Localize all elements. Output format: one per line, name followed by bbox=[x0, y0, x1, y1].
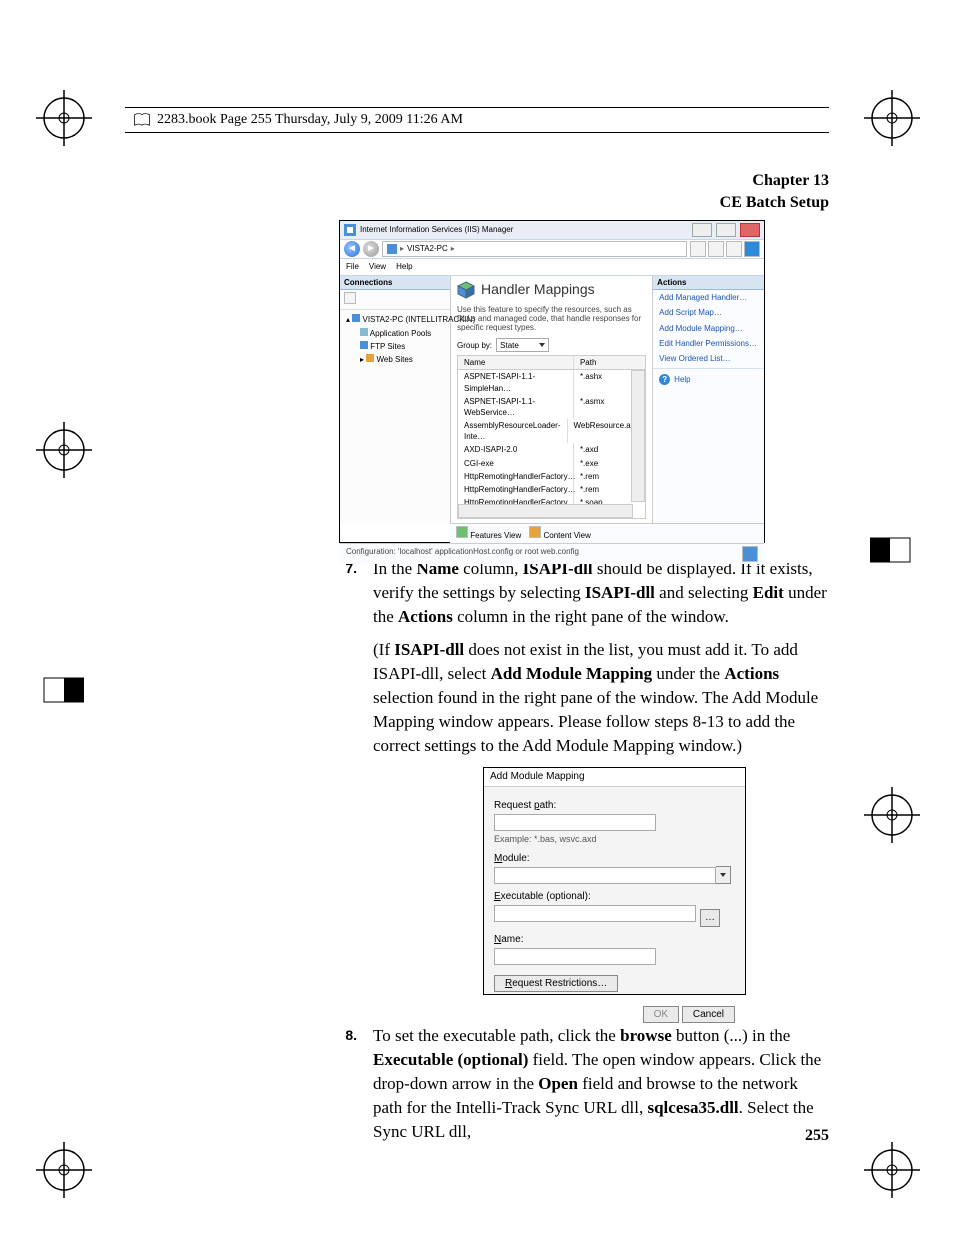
color-bar-icon bbox=[870, 530, 914, 570]
window-title: Internet Information Services (IIS) Mana… bbox=[360, 224, 688, 235]
table-row[interactable]: CGI-exe*.exe bbox=[458, 457, 645, 470]
home-icon[interactable] bbox=[726, 241, 742, 257]
action-link[interactable]: Edit Handler Permissions… bbox=[653, 336, 764, 351]
feature-desc: Use this feature to specify the resource… bbox=[457, 305, 646, 333]
step-number: 7. bbox=[339, 557, 357, 1010]
label-name: Name: bbox=[494, 933, 735, 947]
status-icon bbox=[742, 546, 758, 562]
name-input[interactable] bbox=[494, 948, 656, 965]
scrollbar-vertical[interactable] bbox=[631, 370, 645, 502]
actions-header: Actions bbox=[653, 276, 764, 290]
step8-text: To set the executable path, click the br… bbox=[373, 1024, 829, 1143]
request-path-input[interactable] bbox=[494, 814, 656, 831]
action-link[interactable]: Add Script Map… bbox=[653, 305, 764, 320]
label-executable: Executable (optional): bbox=[494, 890, 735, 904]
cancel-button[interactable]: Cancel bbox=[682, 1006, 735, 1023]
handler-grid: Name Path ASPNET-ISAPI-1.1-SimpleHan…*.a… bbox=[457, 355, 646, 519]
dialog-title: Add Module Mapping bbox=[490, 770, 585, 784]
step-7: 7. In the Name column, ISAPI-dll should … bbox=[339, 557, 829, 1010]
crop-mark-icon bbox=[864, 90, 920, 146]
menu-view[interactable]: View bbox=[369, 261, 386, 272]
menu-file[interactable]: File bbox=[346, 261, 359, 272]
tab-features-view[interactable]: Features View bbox=[456, 526, 521, 541]
dialog-help-button[interactable] bbox=[705, 772, 721, 783]
table-row[interactable]: ASPNET-ISAPI-1.1-WebService…*.asmx bbox=[458, 395, 645, 419]
step7-p1: In the Name column, ISAPI-dll should be … bbox=[373, 557, 829, 628]
step-8: 8. To set the executable path, click the… bbox=[339, 1024, 829, 1153]
step-number: 8. bbox=[339, 1024, 357, 1153]
table-row[interactable]: HttpRemotingHandlerFactory…*.rem bbox=[458, 470, 645, 483]
main-pane: Handler Mappings Use this feature to spe… bbox=[451, 276, 652, 523]
module-dropdown-button[interactable] bbox=[716, 866, 731, 884]
add-module-mapping-dialog: Add Module Mapping Request path: Example… bbox=[483, 767, 746, 995]
server-icon bbox=[387, 244, 397, 254]
table-row[interactable]: AssemblyResourceLoader-Inte…WebResource.… bbox=[458, 419, 645, 443]
page-header-tag: 2283.book Page 255 Thursday, July 9, 200… bbox=[125, 107, 829, 133]
view-tabs: Features View Content View bbox=[450, 523, 764, 543]
page-number: 255 bbox=[805, 1125, 829, 1147]
iis-manager-window: Internet Information Services (IIS) Mana… bbox=[339, 220, 765, 543]
crop-mark-icon bbox=[36, 90, 92, 146]
chapter-heading: Chapter 13 CE Batch Setup bbox=[720, 170, 829, 215]
table-row[interactable]: ASPNET-ISAPI-1.1-SimpleHan…*.ashx bbox=[458, 370, 645, 394]
browse-button[interactable]: … bbox=[700, 909, 720, 927]
color-bar-icon bbox=[40, 670, 84, 710]
iis-icon bbox=[344, 224, 356, 236]
header-text: 2283.book Page 255 Thursday, July 9, 200… bbox=[157, 110, 463, 130]
action-link[interactable]: Add Managed Handler… bbox=[653, 290, 764, 305]
crop-mark-icon bbox=[864, 1142, 920, 1198]
request-restrictions-button[interactable]: Request Restrictions… bbox=[494, 975, 618, 992]
menu-help[interactable]: Help bbox=[396, 261, 412, 272]
tree-item[interactable]: ▸ Web Sites bbox=[346, 353, 446, 366]
actions-pane: Actions Add Managed Handler…Add Script M… bbox=[652, 276, 764, 523]
refresh-icon[interactable] bbox=[690, 241, 706, 257]
tree-item[interactable]: Application Pools bbox=[346, 327, 446, 340]
group-by-select[interactable]: State bbox=[496, 338, 549, 352]
breadcrumb[interactable]: ▸ VISTA2-PC ▸ bbox=[382, 241, 687, 257]
action-link[interactable]: View Ordered List… bbox=[653, 351, 764, 366]
crop-mark-icon bbox=[864, 787, 920, 843]
back-button[interactable]: ◄ bbox=[344, 241, 360, 257]
feature-title: Handler Mappings bbox=[481, 280, 595, 300]
ok-button[interactable]: OK bbox=[643, 1006, 679, 1023]
crop-mark-icon bbox=[36, 1142, 92, 1198]
table-row[interactable]: AXD-ISAPI-2.0*.axd bbox=[458, 443, 645, 456]
module-input[interactable] bbox=[494, 867, 716, 884]
table-row[interactable]: HttpRemotingHandlerFactory…*.rem bbox=[458, 483, 645, 496]
scrollbar-horizontal[interactable] bbox=[458, 504, 633, 518]
crop-mark-icon bbox=[36, 422, 92, 478]
col-name[interactable]: Name bbox=[458, 356, 574, 369]
step7-p2: (If ISAPI-dll does not exist in the list… bbox=[373, 638, 829, 757]
label-request-path: Request path: bbox=[494, 799, 735, 813]
tree-item[interactable]: FTP Sites bbox=[346, 340, 446, 353]
connections-pane: Connections ▴ VISTA2-PC (INTELLITRACKIN)… bbox=[340, 276, 451, 523]
help-icon: ? bbox=[659, 374, 670, 385]
stop-icon[interactable] bbox=[708, 241, 724, 257]
forward-button[interactable]: ► bbox=[363, 241, 379, 257]
close-button[interactable] bbox=[740, 223, 760, 237]
maximize-button[interactable] bbox=[716, 223, 736, 237]
tree-toolbar-icon[interactable] bbox=[344, 292, 356, 304]
help-link[interactable]: ?Help bbox=[653, 371, 764, 388]
group-label: Group by: bbox=[457, 340, 492, 351]
tab-content-view[interactable]: Content View bbox=[529, 526, 591, 541]
handler-mappings-icon bbox=[457, 281, 475, 299]
example-hint: Example: *.bas, wsvc.axd bbox=[494, 833, 735, 846]
tree-root[interactable]: ▴ VISTA2-PC (INTELLITRACKIN) bbox=[346, 313, 446, 326]
connections-header: Connections bbox=[340, 276, 450, 290]
minimize-button[interactable] bbox=[692, 223, 712, 237]
label-module: Module: bbox=[494, 852, 735, 866]
action-link[interactable]: Add Module Mapping… bbox=[653, 321, 764, 336]
book-icon bbox=[133, 112, 151, 128]
col-path[interactable]: Path bbox=[574, 356, 645, 369]
dialog-close-button[interactable] bbox=[723, 772, 739, 783]
executable-input[interactable] bbox=[494, 905, 696, 922]
config-footer: Configuration: 'localhost' applicationHo… bbox=[346, 546, 579, 562]
help-icon[interactable] bbox=[744, 241, 760, 257]
